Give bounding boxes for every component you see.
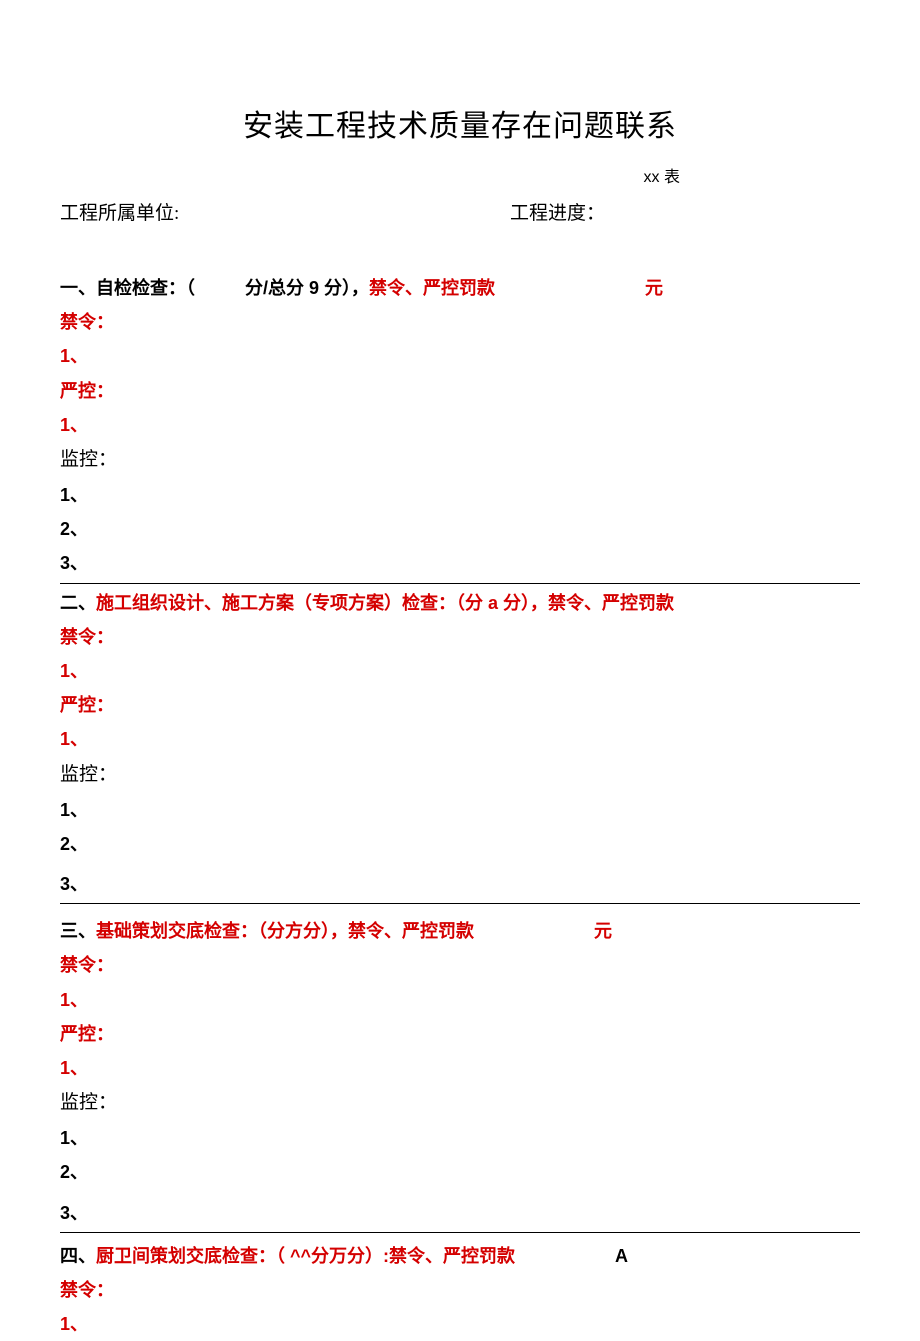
s2-mon-item-1: 1、 bbox=[60, 793, 860, 827]
section-3: 三、基础策划交底检查：（分方分），禁令、严控罚款元 禁令： 1、 严控： 1、 … bbox=[60, 914, 860, 1233]
s2-mon-item-2: 2、 bbox=[60, 827, 860, 861]
s3-strict-label: 严控： bbox=[60, 1017, 860, 1051]
s1-heading-b: 分/总分 9 分）， bbox=[245, 278, 369, 298]
s2-penalty: 禁令、严控罚款 bbox=[548, 593, 674, 613]
s1-mon-item-1: 1、 bbox=[60, 478, 860, 512]
s1-mon-item-2: 2、 bbox=[60, 512, 860, 546]
section-2: 二、施工组织设计、施工方案（专项方案）检查：（分 a 分），禁令、严控罚款 禁令… bbox=[60, 586, 860, 905]
s2-prefix: 二、 bbox=[60, 593, 96, 613]
header-progress-label: 工程进度： bbox=[510, 197, 860, 231]
s3-strict-item-1: 1、 bbox=[60, 1051, 860, 1085]
s1-prefix: 一、 bbox=[60, 278, 96, 298]
section-4: 四、厨卫间策划交底检查：（ ^^分万分）:禁令、严控罚款 A 禁令： 1、 bbox=[60, 1239, 860, 1341]
s2-ban-label: 禁令： bbox=[60, 620, 860, 654]
s4-penalty: 禁令、严控罚款 bbox=[389, 1246, 515, 1266]
s3-heading: 基础策划交底检查：（分方分）， bbox=[96, 921, 348, 941]
section-1: 一、自检检查：（ 分/总分 9 分），禁令、严控罚款 元 禁令： 1、 严控： 1、… bbox=[60, 271, 860, 584]
s1-strict-label: 严控： bbox=[60, 374, 860, 408]
s2-mon-item-3: 3、 bbox=[60, 867, 860, 901]
s2-strict-item-1: 1、 bbox=[60, 722, 860, 756]
s3-unit: 元 bbox=[594, 921, 612, 941]
table-label: xx 表 bbox=[60, 164, 860, 193]
s4-ban-label: 禁令： bbox=[60, 1273, 860, 1307]
s1-strict-item-1: 1、 bbox=[60, 408, 860, 442]
s4-ban-item-1: 1、 bbox=[60, 1307, 860, 1341]
s1-unit: 元 bbox=[645, 278, 663, 298]
s2-divider bbox=[60, 903, 860, 904]
document-title: 安装工程技术质量存在问题联系 bbox=[60, 100, 860, 154]
s3-ban-item-1: 1、 bbox=[60, 983, 860, 1017]
header-row: 工程所属单位: 工程进度： bbox=[60, 197, 860, 231]
s1-ban-item-1: 1、 bbox=[60, 339, 860, 373]
s1-heading-a: 自检检查：（ bbox=[96, 278, 195, 298]
s4-unit: A bbox=[615, 1246, 628, 1266]
s3-divider bbox=[60, 1232, 860, 1233]
s1-mon-label: 监控： bbox=[60, 442, 860, 478]
s3-prefix: 三、 bbox=[60, 921, 96, 941]
header-unit-label: 工程所属单位: bbox=[60, 197, 510, 231]
s1-ban-label: 禁令： bbox=[60, 305, 860, 339]
s3-mon-item-1: 1、 bbox=[60, 1121, 860, 1155]
s2-strict-label: 严控： bbox=[60, 688, 860, 722]
s4-prefix: 四、 bbox=[60, 1246, 96, 1266]
s3-ban-label: 禁令： bbox=[60, 948, 860, 982]
s2-mon-label: 监控： bbox=[60, 757, 860, 793]
s2-heading: 施工组织设计、施工方案（专项方案）检查：（分 a 分）， bbox=[96, 593, 548, 613]
s1-mon-item-3: 3、 bbox=[60, 546, 860, 583]
s4-heading: 厨卫间策划交底检查：（ ^^分万分）: bbox=[96, 1246, 389, 1266]
s3-mon-item-2: 2、 bbox=[60, 1155, 860, 1189]
s1-penalty: 禁令、严控罚款 bbox=[369, 278, 495, 298]
s2-ban-item-1: 1、 bbox=[60, 654, 860, 688]
s3-penalty: 禁令、严控罚款 bbox=[348, 921, 474, 941]
s3-mon-label: 监控： bbox=[60, 1085, 860, 1121]
s3-mon-item-3: 3、 bbox=[60, 1196, 860, 1230]
